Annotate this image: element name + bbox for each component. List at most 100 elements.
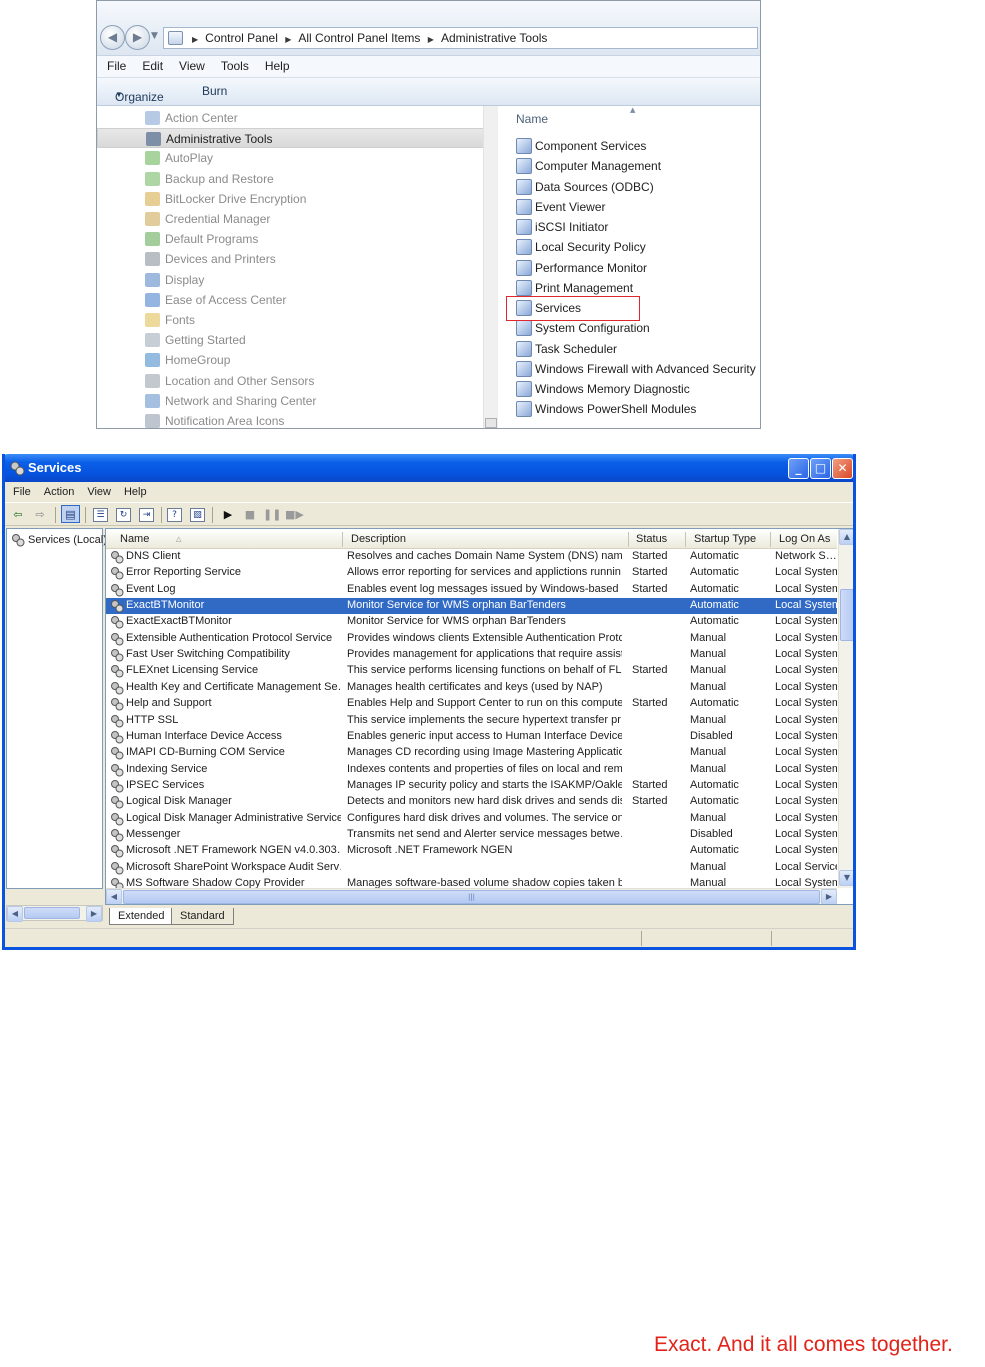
menu-edit[interactable]: Edit: [132, 56, 169, 73]
nav-item[interactable]: Ease of Access Center: [97, 290, 485, 310]
tab-standard[interactable]: Standard: [171, 908, 234, 925]
table-row[interactable]: Human Interface Device Access Enables gen…: [106, 729, 837, 745]
properties-icon[interactable]: ☰: [93, 508, 108, 522]
scroll-left-arrow-icon[interactable]: ◀: [106, 889, 122, 904]
table-row[interactable]: ExactBTMonitor Monitor Service for WMS or…: [106, 598, 837, 615]
nav-item[interactable]: Location and Other Sensors: [97, 371, 485, 391]
table-row[interactable]: Logical Disk Manager Detects and monitors…: [106, 794, 837, 810]
tree-scroll-thumb[interactable]: [24, 907, 80, 919]
scroll-down-arrow-icon[interactable]: [485, 418, 497, 428]
scroll-left-arrow-icon[interactable]: ◀: [7, 906, 23, 922]
start-service-icon[interactable]: ▶: [219, 506, 237, 523]
refresh-icon[interactable]: ↻: [116, 508, 131, 522]
menu-view[interactable]: View: [169, 56, 211, 73]
stop-service-icon[interactable]: ■: [241, 506, 259, 523]
table-row[interactable]: DNS Client Resolves and caches Domain Nam…: [106, 549, 837, 565]
pause-service-icon[interactable]: ❚❚: [263, 506, 281, 523]
nav-item[interactable]: Backup and Restore: [97, 169, 485, 189]
table-row[interactable]: Fast User Switching Compatibility Provide…: [106, 647, 837, 663]
nav-item[interactable]: Devices and Printers: [97, 249, 485, 269]
help-icon[interactable]: ?: [167, 508, 182, 522]
close-button[interactable]: ✕: [832, 458, 853, 479]
nav-item[interactable]: Credential Manager: [97, 209, 485, 229]
back-arrow-icon[interactable]: ⇦: [9, 506, 27, 523]
table-row[interactable]: Extensible Authentication Protocol Servi…: [106, 631, 837, 647]
menu-file[interactable]: File: [5, 482, 36, 498]
forward-arrow-icon[interactable]: ▶: [125, 25, 150, 50]
table-row[interactable]: Logical Disk Manager Administrative Serv…: [106, 811, 837, 827]
menu-view[interactable]: View: [79, 482, 116, 498]
recent-pages-chevron-icon[interactable]: ▼: [151, 31, 158, 41]
table-row[interactable]: ExactExactBTMonitor Monitor Service for W…: [106, 614, 837, 630]
export-list-icon[interactable]: ⇥: [139, 508, 154, 522]
tree-horizontal-scrollbar[interactable]: ◀ ▶: [6, 905, 103, 922]
nav-item[interactable]: Display: [97, 270, 485, 290]
scroll-up-arrow-icon[interactable]: ▲: [839, 529, 853, 545]
breadcrumb-chevron-icon[interactable]: ▶: [428, 35, 434, 44]
table-row[interactable]: Indexing Service Indexes contents and pro…: [106, 762, 837, 778]
menu-file[interactable]: File: [97, 56, 132, 73]
column-divider[interactable]: [342, 532, 343, 547]
nav-item[interactable]: AutoPlay: [97, 148, 485, 168]
tab-extended[interactable]: Extended: [109, 908, 174, 925]
restart-service-icon[interactable]: ■▶: [285, 506, 304, 523]
menu-help[interactable]: Help: [255, 56, 296, 73]
scroll-down-arrow-icon[interactable]: ▼: [839, 870, 853, 886]
nav-item[interactable]: Administrative Tools: [97, 128, 485, 149]
column-divider[interactable]: [628, 532, 629, 547]
breadcrumb-admin-tools[interactable]: Administrative Tools: [441, 31, 548, 45]
breadcrumb-chevron-icon[interactable]: ▶: [285, 35, 291, 44]
navigation-scrollbar[interactable]: [483, 106, 498, 428]
name-column-header[interactable]: Name: [516, 112, 548, 126]
table-row[interactable]: MS Software Shadow Copy Provider Manages …: [106, 876, 837, 888]
table-row[interactable]: Help and Support Enables Help and Support…: [106, 696, 837, 712]
table-row[interactable]: Error Reporting Service Allows error repo…: [106, 565, 837, 581]
horizontal-scroll-thumb[interactable]: |||: [123, 890, 820, 904]
vertical-scrollbar[interactable]: ▲ ▼: [838, 529, 853, 888]
nav-item[interactable]: Network and Sharing Center: [97, 391, 485, 411]
maximize-button[interactable]: □: [810, 458, 831, 479]
scroll-right-arrow-icon[interactable]: ▶: [821, 889, 837, 904]
nav-item[interactable]: Notification Area Icons: [97, 411, 485, 428]
breadcrumb-all-items[interactable]: All Control Panel Items: [298, 31, 420, 45]
table-row[interactable]: Health Key and Certificate Management Se…: [106, 680, 837, 696]
table-row[interactable]: IMAPI CD-Burning COM Service Manages CD r…: [106, 745, 837, 761]
nav-item[interactable]: Action Center: [97, 108, 485, 128]
back-arrow-icon[interactable]: ◀: [100, 25, 125, 50]
horizontal-scrollbar[interactable]: ◀ ||| ▶: [106, 888, 837, 904]
table-row[interactable]: Microsoft .NET Framework NGEN v4.0.303… M…: [106, 843, 837, 859]
menu-tools[interactable]: Tools: [211, 56, 255, 73]
menu-help[interactable]: Help: [116, 482, 152, 498]
scroll-right-arrow-icon[interactable]: ▶: [86, 906, 102, 922]
column-header-description[interactable]: Description: [351, 533, 406, 545]
forward-arrow-icon[interactable]: ⇨: [31, 506, 49, 523]
address-box[interactable]: ▶ Control Panel ▶ All Control Panel Items …: [163, 27, 758, 49]
nav-item[interactable]: BitLocker Drive Encryption: [97, 189, 485, 209]
menu-action[interactable]: Action: [36, 482, 80, 498]
table-row[interactable]: Microsoft SharePoint Workspace Audit Ser…: [106, 860, 837, 876]
table-row[interactable]: HTTP SSL This service implements the secu…: [106, 713, 837, 729]
burn-button[interactable]: Burn: [202, 84, 227, 98]
table-row[interactable]: FLEXnet Licensing Service This service pe…: [106, 663, 837, 679]
show-hide-tree-icon[interactable]: ▤: [61, 505, 80, 523]
column-header-startup-type[interactable]: Startup Type: [694, 533, 756, 545]
nav-item[interactable]: HomeGroup: [97, 350, 485, 370]
breadcrumb-chevron-icon[interactable]: ▶: [192, 35, 198, 44]
console-icon[interactable]: ▧: [190, 508, 205, 522]
column-divider[interactable]: [685, 532, 686, 547]
breadcrumb-control-panel[interactable]: Control Panel: [205, 31, 278, 45]
column-divider[interactable]: [770, 532, 771, 547]
table-row[interactable]: Event Log Enables event log messages issu…: [106, 582, 837, 598]
nav-item[interactable]: Default Programs: [97, 229, 485, 249]
nav-item[interactable]: Getting Started: [97, 330, 485, 350]
column-header-status[interactable]: Status: [636, 533, 667, 545]
tree-item-services-local[interactable]: Services (Local): [11, 533, 107, 547]
minimize-button[interactable]: _: [788, 458, 809, 479]
vertical-scroll-thumb[interactable]: [840, 589, 853, 641]
title-bar[interactable]: Services _ □ ✕: [5, 454, 853, 482]
table-row[interactable]: Messenger Transmits net send and Alerter …: [106, 827, 837, 843]
column-header-log-on-as[interactable]: Log On As: [779, 533, 830, 545]
table-row[interactable]: IPSEC Services Manages IP security policy…: [106, 778, 837, 794]
nav-item[interactable]: Fonts: [97, 310, 485, 330]
column-header-name[interactable]: Name: [120, 533, 149, 545]
